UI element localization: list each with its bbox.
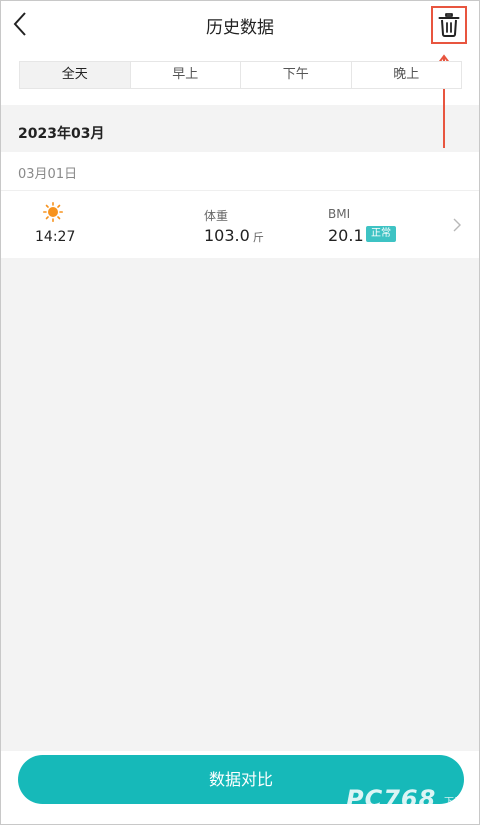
tab-morning[interactable]: 早上 (131, 62, 241, 88)
day-section: 03月01日 14:27 体重 103.0 斤 BMI 20.1 正常 (1, 152, 479, 258)
bmi-value: 20.1 (328, 226, 364, 245)
top-panel: 历史数据 全天 早上 下午 晚上 (1, 1, 479, 148)
bmi-label: BMI (328, 207, 351, 221)
record-row[interactable]: 14:27 体重 103.0 斤 BMI 20.1 正常 (1, 191, 479, 258)
chevron-right-icon (453, 218, 461, 232)
watermark-logo: PC768 (346, 785, 437, 813)
weight-value: 103.0 (204, 226, 250, 245)
app-header: 历史数据 (1, 1, 479, 49)
tab-all-day[interactable]: 全天 (20, 62, 131, 88)
weight-label: 体重 (204, 209, 229, 223)
time-filter-tabs: 全天 早上 下午 晚上 (19, 61, 462, 89)
watermark-sub: 下载 (444, 797, 464, 808)
weight-value-group: 103.0 斤 (204, 226, 264, 245)
record-time: 14:27 (35, 229, 76, 245)
trash-icon (438, 13, 460, 37)
month-header: 2023年03月 (18, 126, 105, 142)
sun-icon (43, 202, 63, 222)
tab-afternoon[interactable]: 下午 (241, 62, 352, 88)
page-title: 历史数据 (206, 18, 274, 38)
day-date: 03月01日 (18, 167, 78, 182)
tab-evening[interactable]: 晚上 (352, 62, 462, 88)
delete-button[interactable] (431, 6, 467, 44)
bmi-status-badge: 正常 (366, 226, 396, 242)
weight-unit: 斤 (252, 231, 264, 244)
